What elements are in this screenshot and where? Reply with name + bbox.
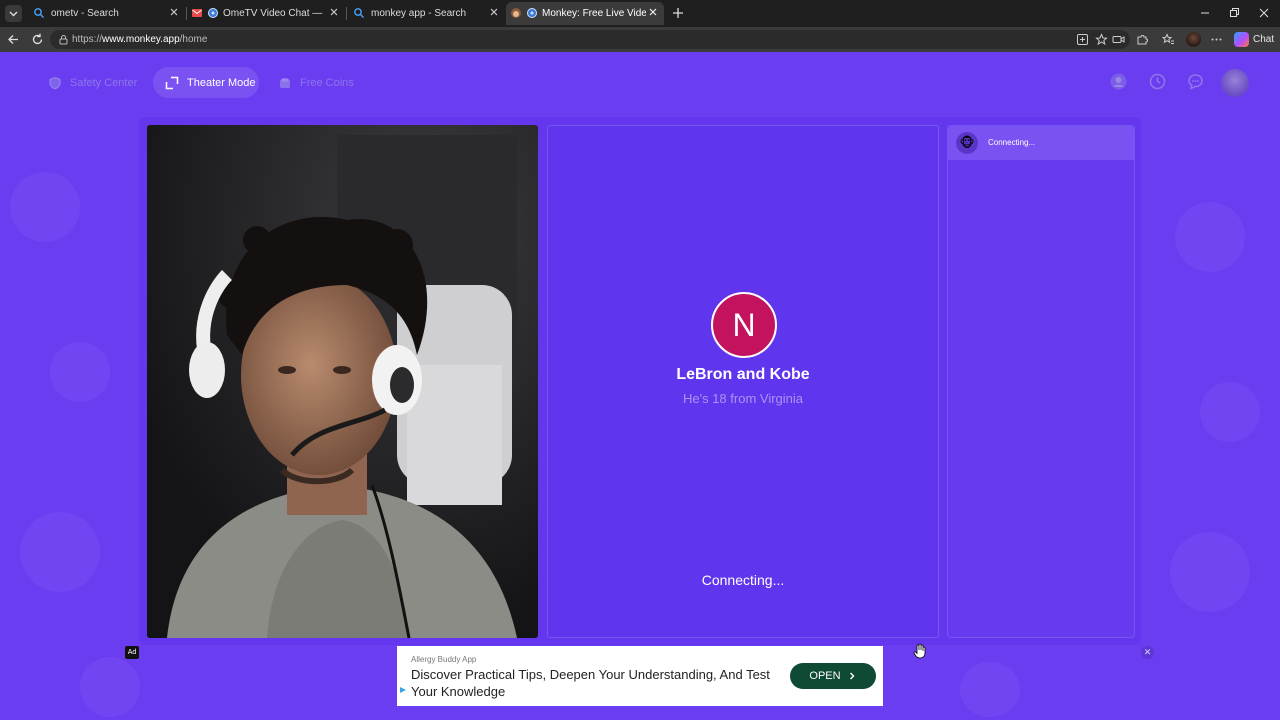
ad-open-label: OPEN bbox=[809, 670, 841, 682]
url-host: www.monkey.app bbox=[102, 34, 180, 45]
browser-profile-avatar[interactable] bbox=[1186, 32, 1201, 47]
background-blob bbox=[10, 172, 80, 242]
globe-icon bbox=[527, 8, 537, 18]
free-coins-button[interactable]: Free Coins bbox=[270, 67, 362, 98]
my-avatar[interactable] bbox=[1221, 69, 1249, 97]
theater-mode-button[interactable]: Theater Mode bbox=[153, 67, 259, 98]
restore-icon[interactable] bbox=[1227, 6, 1241, 20]
chevron-right-icon bbox=[849, 672, 855, 680]
copilot-icon[interactable] bbox=[1234, 32, 1249, 47]
ad-open-button[interactable]: OPEN bbox=[790, 663, 876, 689]
url-text: https://www.monkey.app/home bbox=[72, 34, 207, 45]
tab-monkey-home[interactable]: Monkey: Free Live Video Chat bbox=[506, 2, 664, 25]
close-icon[interactable] bbox=[646, 5, 660, 19]
chat-status-row: 🐵 Connecting... bbox=[948, 126, 1134, 160]
browser-tab-bar: ometv - Search OmeTV Video Chat — Omegl … bbox=[0, 0, 1280, 27]
tab-title: OmeTV Video Chat — Omegl bbox=[223, 8, 323, 19]
address-toolbar: https://www.monkey.app/home Chat bbox=[0, 27, 1280, 52]
camera-image bbox=[147, 125, 538, 638]
close-icon[interactable] bbox=[327, 5, 341, 19]
tab-ometv-search[interactable]: ometv - Search bbox=[27, 2, 185, 25]
tab-ometv-video-chat[interactable]: OmeTV Video Chat — Omegl bbox=[187, 2, 345, 25]
partner-video-panel: N LeBron and Kobe He's 18 from Virginia … bbox=[547, 125, 939, 638]
background-blob bbox=[960, 662, 1020, 717]
monkey-icon: 🐵 bbox=[956, 132, 978, 154]
close-icon[interactable] bbox=[487, 5, 501, 19]
tab-list-button[interactable] bbox=[5, 5, 22, 22]
hand-cursor-icon bbox=[913, 643, 926, 659]
expand-icon bbox=[165, 76, 179, 89]
url-bar[interactable]: https://www.monkey.app/home bbox=[50, 30, 1130, 49]
tab-monkey-app-search[interactable]: monkey app - Search bbox=[347, 2, 505, 25]
extensions-puzzle-icon[interactable] bbox=[1136, 33, 1149, 46]
ad-label: Ad bbox=[125, 646, 139, 659]
local-camera-feed bbox=[147, 125, 538, 638]
chat-bubble-icon[interactable] bbox=[1187, 73, 1204, 90]
favorites-bar-icon[interactable] bbox=[1162, 33, 1175, 46]
background-blob bbox=[1200, 382, 1260, 442]
background-blob bbox=[50, 342, 110, 402]
ad-banner[interactable]: Allergy Buddy App Discover Practical Tip… bbox=[397, 646, 883, 706]
url-path: /home bbox=[179, 34, 208, 45]
partner-avatar: N bbox=[711, 292, 777, 358]
new-tab-plus-icon[interactable] bbox=[670, 5, 686, 21]
background-blob bbox=[1175, 202, 1245, 272]
background-blob bbox=[1170, 532, 1250, 612]
background-blob bbox=[20, 512, 100, 592]
url-prefix: https:// bbox=[72, 34, 103, 45]
back-arrow-icon[interactable] bbox=[6, 32, 21, 47]
chat-connecting-text: Connecting... bbox=[988, 138, 1036, 147]
ad-choices-icon[interactable] bbox=[399, 686, 407, 694]
favorite-star-icon[interactable] bbox=[1095, 33, 1108, 46]
history-clock-icon[interactable] bbox=[1149, 73, 1166, 90]
safety-center-label: Safety Center bbox=[70, 76, 138, 89]
globe-icon bbox=[208, 8, 218, 18]
app-available-icon[interactable] bbox=[1076, 33, 1089, 46]
monkey-icon bbox=[511, 8, 521, 18]
site-info-icon[interactable] bbox=[58, 34, 69, 45]
search-icon bbox=[354, 8, 364, 18]
partner-connection-status: Connecting... bbox=[701, 572, 785, 588]
copilot-chat-label[interactable]: Chat bbox=[1253, 34, 1274, 45]
window-close-icon[interactable] bbox=[1257, 6, 1271, 20]
coins-icon bbox=[280, 77, 290, 88]
background-blob bbox=[80, 657, 140, 717]
refresh-icon[interactable] bbox=[30, 32, 45, 47]
mail-icon bbox=[192, 9, 202, 17]
search-icon bbox=[34, 8, 44, 18]
tab-title: monkey app - Search bbox=[371, 8, 467, 19]
theater-mode-label: Theater Mode bbox=[187, 76, 256, 89]
monkey-app-page: Safety Center Theater Mode Free Coins N … bbox=[0, 52, 1280, 720]
tab-title: Monkey: Free Live Video Chat bbox=[542, 8, 646, 19]
more-options-icon[interactable] bbox=[1210, 33, 1223, 46]
user-profile-icon[interactable] bbox=[1110, 73, 1127, 90]
chevron-down-icon bbox=[9, 11, 18, 17]
video-camera-icon[interactable] bbox=[1112, 33, 1125, 46]
ad-headline[interactable]: Discover Practical Tips, Deepen Your Und… bbox=[411, 666, 781, 700]
free-coins-label: Free Coins bbox=[300, 76, 354, 89]
shield-icon bbox=[49, 76, 61, 89]
chat-panel: 🐵 Connecting... bbox=[947, 125, 1135, 638]
partner-age-location: He's 18 from Virginia bbox=[682, 391, 803, 406]
partner-name: LeBron and Kobe bbox=[676, 366, 810, 383]
safety-center-button[interactable]: Safety Center bbox=[40, 67, 142, 98]
close-icon[interactable] bbox=[167, 5, 181, 19]
tab-title: ometv - Search bbox=[51, 8, 119, 19]
minimize-icon[interactable] bbox=[1198, 6, 1212, 20]
ad-brand: Allergy Buddy App bbox=[411, 655, 477, 664]
ad-close-button[interactable]: ✕ bbox=[1141, 646, 1154, 659]
